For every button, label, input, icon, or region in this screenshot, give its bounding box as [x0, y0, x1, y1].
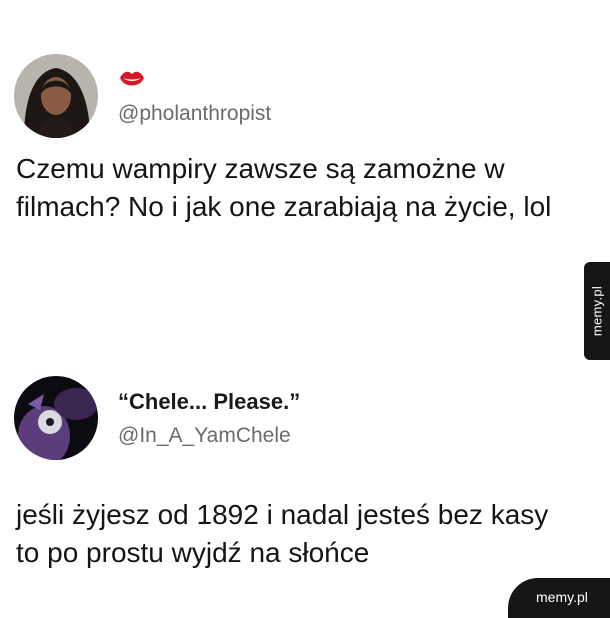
avatar[interactable]: [14, 54, 98, 138]
avatar-image: [14, 54, 98, 138]
tweet-text: Czemu wampiry zawsze są zamożne w filmac…: [16, 153, 552, 222]
side-watermark-label: memy.pl: [589, 285, 605, 337]
tweet-2: “Chele... Please.” @In_A_YamChele jeśli …: [0, 300, 580, 618]
side-watermark-tab[interactable]: memy.pl: [584, 262, 610, 360]
lips-icon: [120, 71, 144, 86]
tweet-handle[interactable]: @In_A_YamChele: [118, 424, 291, 448]
tweet-text: jeśli żyjesz od 1892 i nadal jesteś bez …: [16, 499, 549, 568]
tweet-display-name[interactable]: “Chele... Please.”: [118, 389, 300, 415]
corner-watermark-label: memy.pl: [536, 589, 588, 605]
tweet-1: @pholanthropist Czemu wampiry zawsze są …: [0, 0, 580, 300]
avatar[interactable]: [14, 376, 98, 460]
corner-watermark-badge[interactable]: memy.pl: [508, 578, 610, 618]
tweet-handle[interactable]: @pholanthropist: [118, 102, 271, 126]
avatar-image: [14, 376, 98, 460]
